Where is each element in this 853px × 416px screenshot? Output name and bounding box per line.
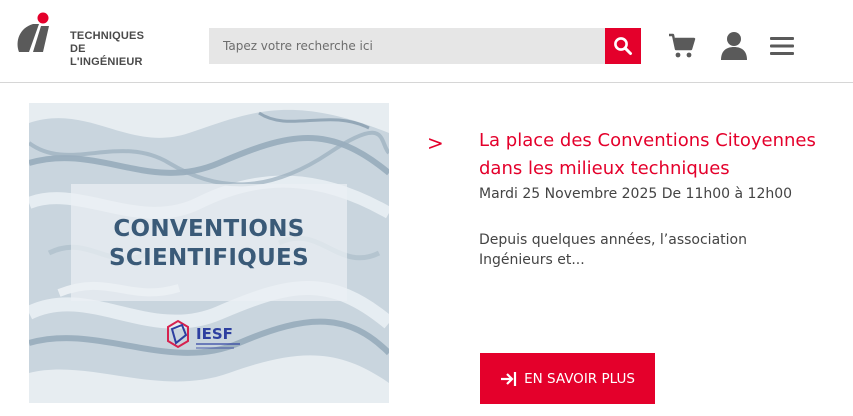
read-more-label: EN SAVOIR PLUS bbox=[524, 370, 635, 387]
iesf-badge: IESF bbox=[167, 319, 240, 349]
read-more-button[interactable]: EN SAVOIR PLUS bbox=[480, 353, 655, 404]
menu-icon bbox=[770, 37, 794, 55]
search-input[interactable] bbox=[209, 28, 605, 64]
event-date: Mardi 25 Novembre 2025 De 11h00 à 12h00 bbox=[479, 186, 793, 202]
search-icon bbox=[614, 37, 632, 55]
search-button[interactable] bbox=[605, 28, 641, 64]
chevron-right-icon: > bbox=[427, 131, 444, 155]
search-bar bbox=[209, 28, 641, 64]
logo-mark-icon bbox=[17, 12, 49, 52]
sign-in-arrow-icon bbox=[501, 371, 517, 386]
event-title[interactable]: La place des Conventions Citoyennes dans… bbox=[479, 127, 849, 183]
cart-button[interactable] bbox=[666, 30, 698, 62]
event-excerpt: Depuis quelques années, l’association In… bbox=[479, 232, 747, 268]
menu-button[interactable] bbox=[766, 30, 798, 62]
logo-line-1: TECHNIQUES bbox=[70, 30, 145, 42]
account-button[interactable] bbox=[718, 30, 750, 62]
image-heading: CONVENTIONS SCIENTIFIQUES bbox=[109, 216, 309, 271]
iesf-badge-label: IESF bbox=[196, 325, 233, 343]
iesf-logo-icon bbox=[167, 319, 189, 349]
logo-wordmark: TECHNIQUES DE L'INGÉNIEUR bbox=[70, 30, 153, 69]
site-logo[interactable]: TECHNIQUES DE L'INGÉNIEUR bbox=[13, 10, 153, 68]
site-header: TECHNIQUES DE L'INGÉNIEUR bbox=[0, 0, 853, 83]
logo-line-2: DE L'INGÉNIEUR bbox=[70, 43, 143, 68]
user-icon bbox=[721, 32, 747, 60]
event-image[interactable]: CONVENTIONS SCIENTIFIQUES IESF bbox=[29, 103, 389, 403]
cart-icon bbox=[669, 33, 696, 58]
